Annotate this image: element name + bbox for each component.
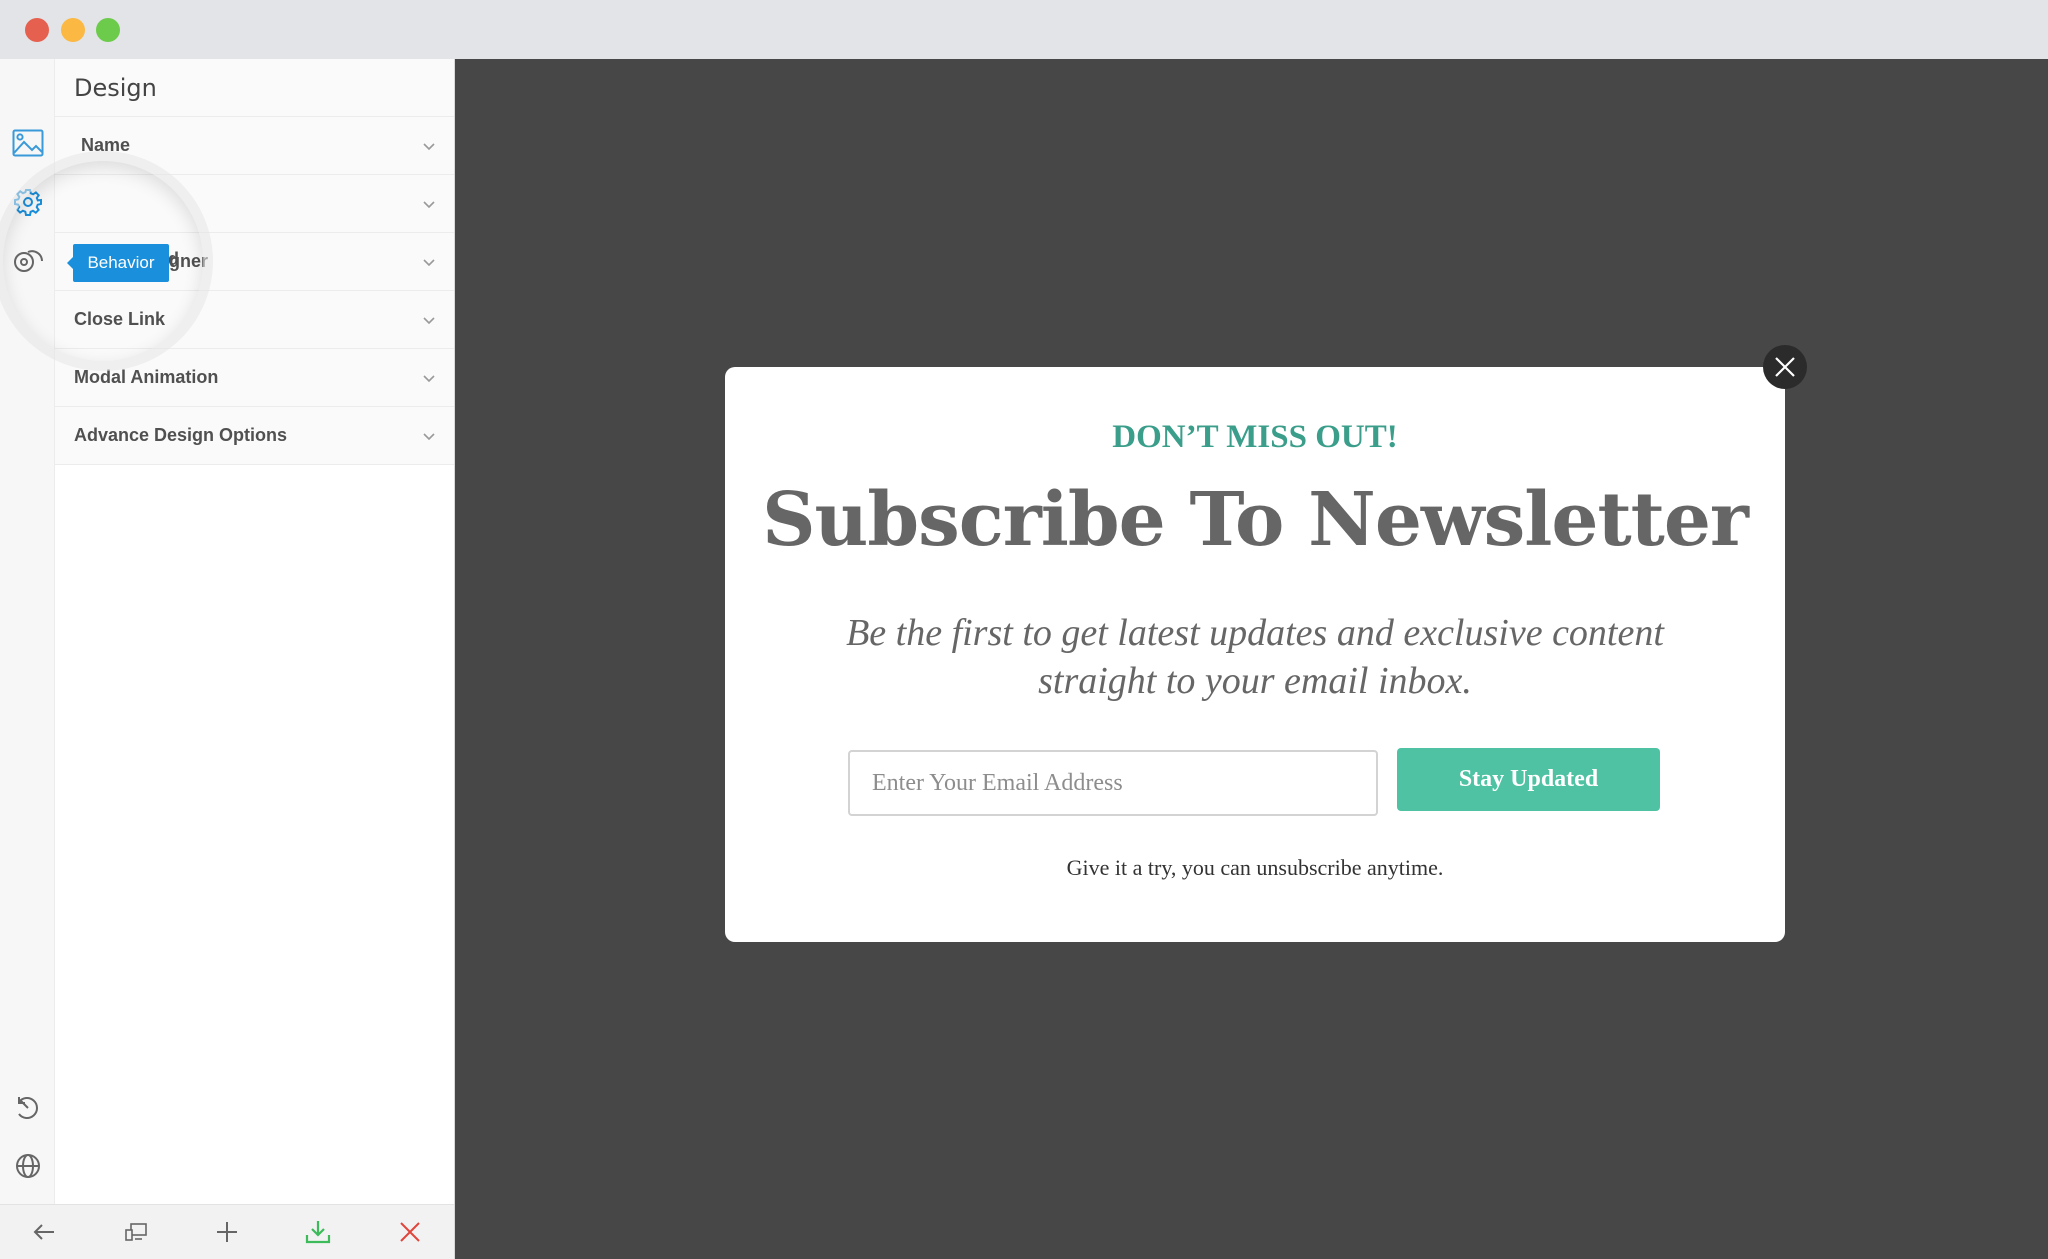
stay-updated-button[interactable]: Stay Updated [1397,748,1660,811]
back-button[interactable] [29,1217,59,1247]
close-editor-button[interactable] [395,1217,425,1247]
chevron-down-icon [423,142,435,150]
window-close-button[interactable] [25,18,49,42]
accordion-name[interactable]: Name [55,117,454,175]
rail-globe-button[interactable] [10,1150,46,1186]
accordion-advance-design-options[interactable]: Advance Design Options [55,407,454,465]
accordion-label: Close Link [74,309,166,329]
accordion-background-fragment: d [168,249,179,269]
chevron-down-icon [423,374,435,382]
icon-rail [0,59,55,1204]
rail-history-button[interactable] [10,1092,46,1128]
modal-footnote: Give it a try, you can unsubscribe anyti… [1066,855,1444,880]
email-input[interactable] [848,750,1378,816]
window-maximize-button[interactable] [96,18,120,42]
accordion-close-link[interactable]: Close Link [55,291,454,349]
modal-headline: Subscribe To Newsletter [762,477,1749,563]
responsive-preview-button[interactable] [121,1217,151,1247]
bottom-toolbar [0,1204,454,1259]
window-minimize-button[interactable] [61,18,85,42]
accordion-modal-animation[interactable]: Modal Animation [55,349,454,407]
accordion-label: Modal Animation [74,367,219,387]
save-download-button[interactable] [303,1217,333,1247]
history-icon [15,1095,41,1125]
behavior-tooltip: Behavior [67,244,169,282]
chevron-down-icon [423,316,435,324]
accordion-label: Name [81,135,131,155]
close-icon [400,1222,420,1242]
chevron-down-icon [423,200,435,208]
add-button[interactable] [212,1217,242,1247]
newsletter-modal: DON’T MISS OUT! Subscribe To Newsletter … [725,367,1785,942]
modal-subtitle: Be the first to get latest updates and e… [846,612,1664,702]
responsive-devices-icon [125,1223,147,1241]
download-icon [305,1221,331,1244]
accordion-background[interactable] [55,175,454,233]
design-panel: Design Name Form Designer Close Link Mod… [55,59,454,1204]
design-sidebar: Design Name Form Designer Close Link Mod… [0,59,455,1259]
back-arrow-icon [33,1224,54,1240]
modal-eyebrow: DON’T MISS OUT! [1112,419,1398,455]
close-icon [1775,357,1795,377]
eye-icon [12,247,44,277]
chevron-down-icon [423,258,435,266]
rail-visibility-button[interactable] [10,244,46,280]
accordion-label: Advance Design Options [74,425,288,445]
rail-behavior-button[interactable] [10,186,46,222]
panel-title: Design [55,59,454,117]
add-icon [217,1222,237,1242]
modal-close-button[interactable] [1763,345,1807,389]
gear-icon [14,188,42,220]
rail-design-button[interactable] [10,127,46,163]
image-icon [12,129,44,161]
globe-icon [15,1153,41,1183]
window-titlebar [0,0,2048,59]
chevron-down-icon [423,432,435,440]
